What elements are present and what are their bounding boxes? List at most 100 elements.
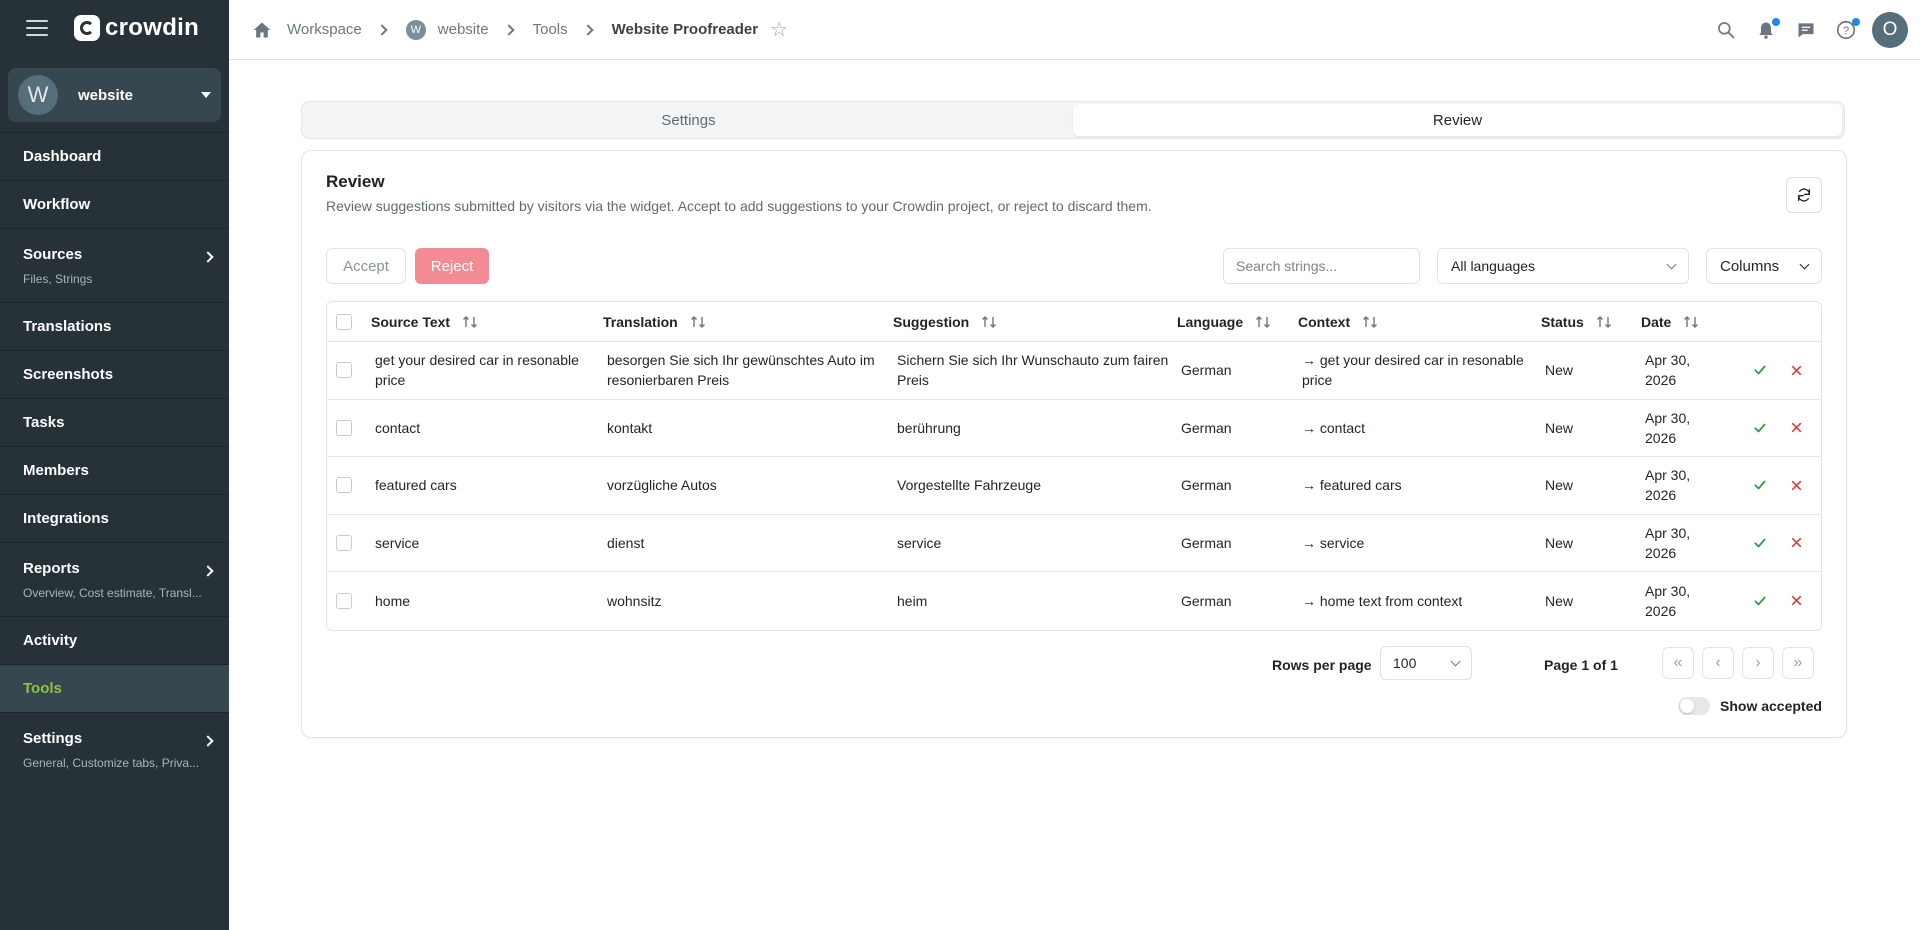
row-checkbox[interactable] — [336, 534, 352, 551]
user-avatar[interactable]: O — [1872, 11, 1908, 48]
search-input[interactable] — [1223, 248, 1420, 284]
review-table: Source Text Translation Suggestion Langu… — [326, 301, 1822, 631]
sidebar-item-translations[interactable]: Translations — [0, 302, 229, 350]
row-checkbox[interactable] — [336, 362, 352, 379]
accept-row-button[interactable] — [1750, 418, 1770, 438]
accept-row-button[interactable] — [1750, 475, 1770, 495]
column-context-label: Context — [1298, 313, 1351, 330]
close-icon — [1791, 423, 1801, 433]
sidebar-item-integrations[interactable]: Integrations — [0, 494, 229, 542]
cell-context: → service — [1302, 534, 1365, 551]
reject-row-button[interactable] — [1786, 533, 1806, 553]
sidebar-item-workflow[interactable]: Workflow — [0, 180, 229, 228]
sidebar-item-label: Members — [23, 462, 89, 479]
sidebar-item-sublabel: Files, Strings — [23, 271, 93, 286]
reject-row-button[interactable] — [1786, 591, 1806, 611]
sidebar-item-activity[interactable]: Activity — [0, 616, 229, 664]
column-translation[interactable]: Translation — [603, 302, 706, 341]
sidebar-item-settings[interactable]: Settings General, Customize tabs, Priva..… — [0, 712, 229, 786]
breadcrumb-project[interactable]: website — [438, 21, 489, 38]
sidebar-item-label: Integrations — [23, 510, 109, 527]
row-checkbox[interactable] — [336, 419, 352, 436]
star-icon[interactable]: ☆ — [770, 17, 788, 42]
sidebar-item-members[interactable]: Members — [0, 446, 229, 494]
review-card: Review Review suggestions submitted by v… — [301, 150, 1847, 738]
tab-bar: Settings Review — [301, 101, 1845, 139]
check-icon — [1754, 480, 1766, 490]
cell-translation: vorzügliche Autos — [607, 477, 717, 494]
help-icon[interactable]: ? — [1826, 10, 1866, 50]
reject-row-button[interactable] — [1786, 475, 1806, 495]
top-bar: Workspace W website Tools Website Proofr… — [229, 0, 1920, 60]
rows-per-page-select[interactable]: 100 — [1380, 646, 1472, 680]
sidebar-item-screenshots[interactable]: Screenshots — [0, 350, 229, 398]
column-suggestion[interactable]: Suggestion — [893, 302, 997, 341]
crowdin-logo[interactable]: crowdin — [74, 14, 199, 42]
column-context[interactable]: Context — [1298, 302, 1378, 341]
reject-row-button[interactable] — [1786, 360, 1806, 380]
table-row: home wohnsitz heim German → home text from c… — [327, 572, 1821, 630]
row-checkbox[interactable] — [336, 592, 352, 609]
chat-icon[interactable] — [1786, 10, 1826, 50]
breadcrumb-tools[interactable]: Tools — [533, 21, 568, 38]
bell-icon[interactable] — [1746, 10, 1786, 50]
cell-suggestion: service — [897, 534, 942, 551]
cell-context: → contact — [1302, 419, 1366, 436]
select-all-checkbox[interactable] — [336, 313, 352, 330]
first-page-button[interactable]: « — [1662, 647, 1694, 679]
column-date-label: Date — [1641, 313, 1672, 330]
crowdin-logo-icon — [74, 15, 100, 41]
tab-review[interactable]: Review — [1073, 104, 1842, 136]
next-page-button[interactable]: › — [1742, 647, 1774, 679]
accept-button[interactable]: Accept — [326, 248, 406, 284]
breadcrumb-workspace[interactable]: Workspace — [287, 21, 362, 38]
accept-row-button[interactable] — [1750, 360, 1770, 380]
sidebar-item-label: Dashboard — [23, 148, 102, 165]
column-status[interactable]: Status — [1541, 302, 1612, 341]
menu-icon[interactable] — [26, 20, 48, 36]
sidebar-item-sublabel: Overview, Cost estimate, Transl... — [23, 585, 202, 600]
column-status-label: Status — [1541, 313, 1584, 330]
cell-translation: wohnsitz — [607, 592, 662, 609]
row-checkbox[interactable] — [336, 477, 352, 494]
sort-icon — [690, 315, 705, 328]
sidebar: crowdin W website Dashboard Workflow Sourc… — [0, 0, 229, 930]
top-actions: ? O — [1706, 10, 1920, 50]
columns-button[interactable]: Columns — [1706, 248, 1822, 284]
rows-per-page-value: 100 — [1393, 655, 1417, 671]
sidebar-item-tasks[interactable]: Tasks — [0, 398, 229, 446]
cell-date: Apr 30, 2026 — [1645, 524, 1691, 561]
show-accepted-toggle[interactable] — [1678, 697, 1710, 715]
caret-down-icon — [201, 92, 211, 98]
column-date[interactable]: Date — [1641, 302, 1699, 341]
sidebar-item-dashboard[interactable]: Dashboard — [0, 132, 229, 180]
reject-row-button[interactable] — [1786, 418, 1806, 438]
accept-row-button[interactable] — [1750, 591, 1770, 611]
cell-source: contact — [375, 419, 421, 436]
column-source[interactable]: Source Text — [371, 302, 478, 341]
cell-language: German — [1181, 477, 1232, 494]
chevron-right-icon — [581, 23, 594, 36]
refresh-button[interactable] — [1786, 177, 1822, 213]
sidebar-item-reports[interactable]: Reports Overview, Cost estimate, Transl..… — [0, 542, 229, 616]
accept-row-button[interactable] — [1750, 533, 1770, 553]
cell-language: German — [1181, 534, 1232, 551]
close-icon — [1791, 538, 1801, 548]
reject-button[interactable]: Reject — [415, 248, 489, 284]
column-language[interactable]: Language — [1177, 302, 1271, 341]
prev-page-button[interactable]: ‹ — [1702, 647, 1734, 679]
sidebar-item-label: Sources — [23, 245, 83, 263]
chevron-left-icon: ‹ — [1715, 654, 1721, 671]
sort-icon — [982, 315, 997, 328]
sidebar-item-sources[interactable]: Sources Files, Strings — [0, 228, 229, 302]
check-icon — [1754, 538, 1766, 548]
sidebar-item-label: Tasks — [23, 414, 65, 431]
brand-name: crowdin — [105, 14, 200, 41]
home-icon[interactable] — [251, 20, 273, 40]
search-icon[interactable] — [1706, 10, 1746, 50]
language-filter[interactable]: All languages — [1437, 248, 1689, 284]
sidebar-item-tools[interactable]: Tools — [0, 664, 229, 712]
last-page-button[interactable]: » — [1782, 647, 1814, 679]
project-switcher[interactable]: W website — [8, 68, 221, 122]
tab-settings[interactable]: Settings — [304, 104, 1073, 136]
